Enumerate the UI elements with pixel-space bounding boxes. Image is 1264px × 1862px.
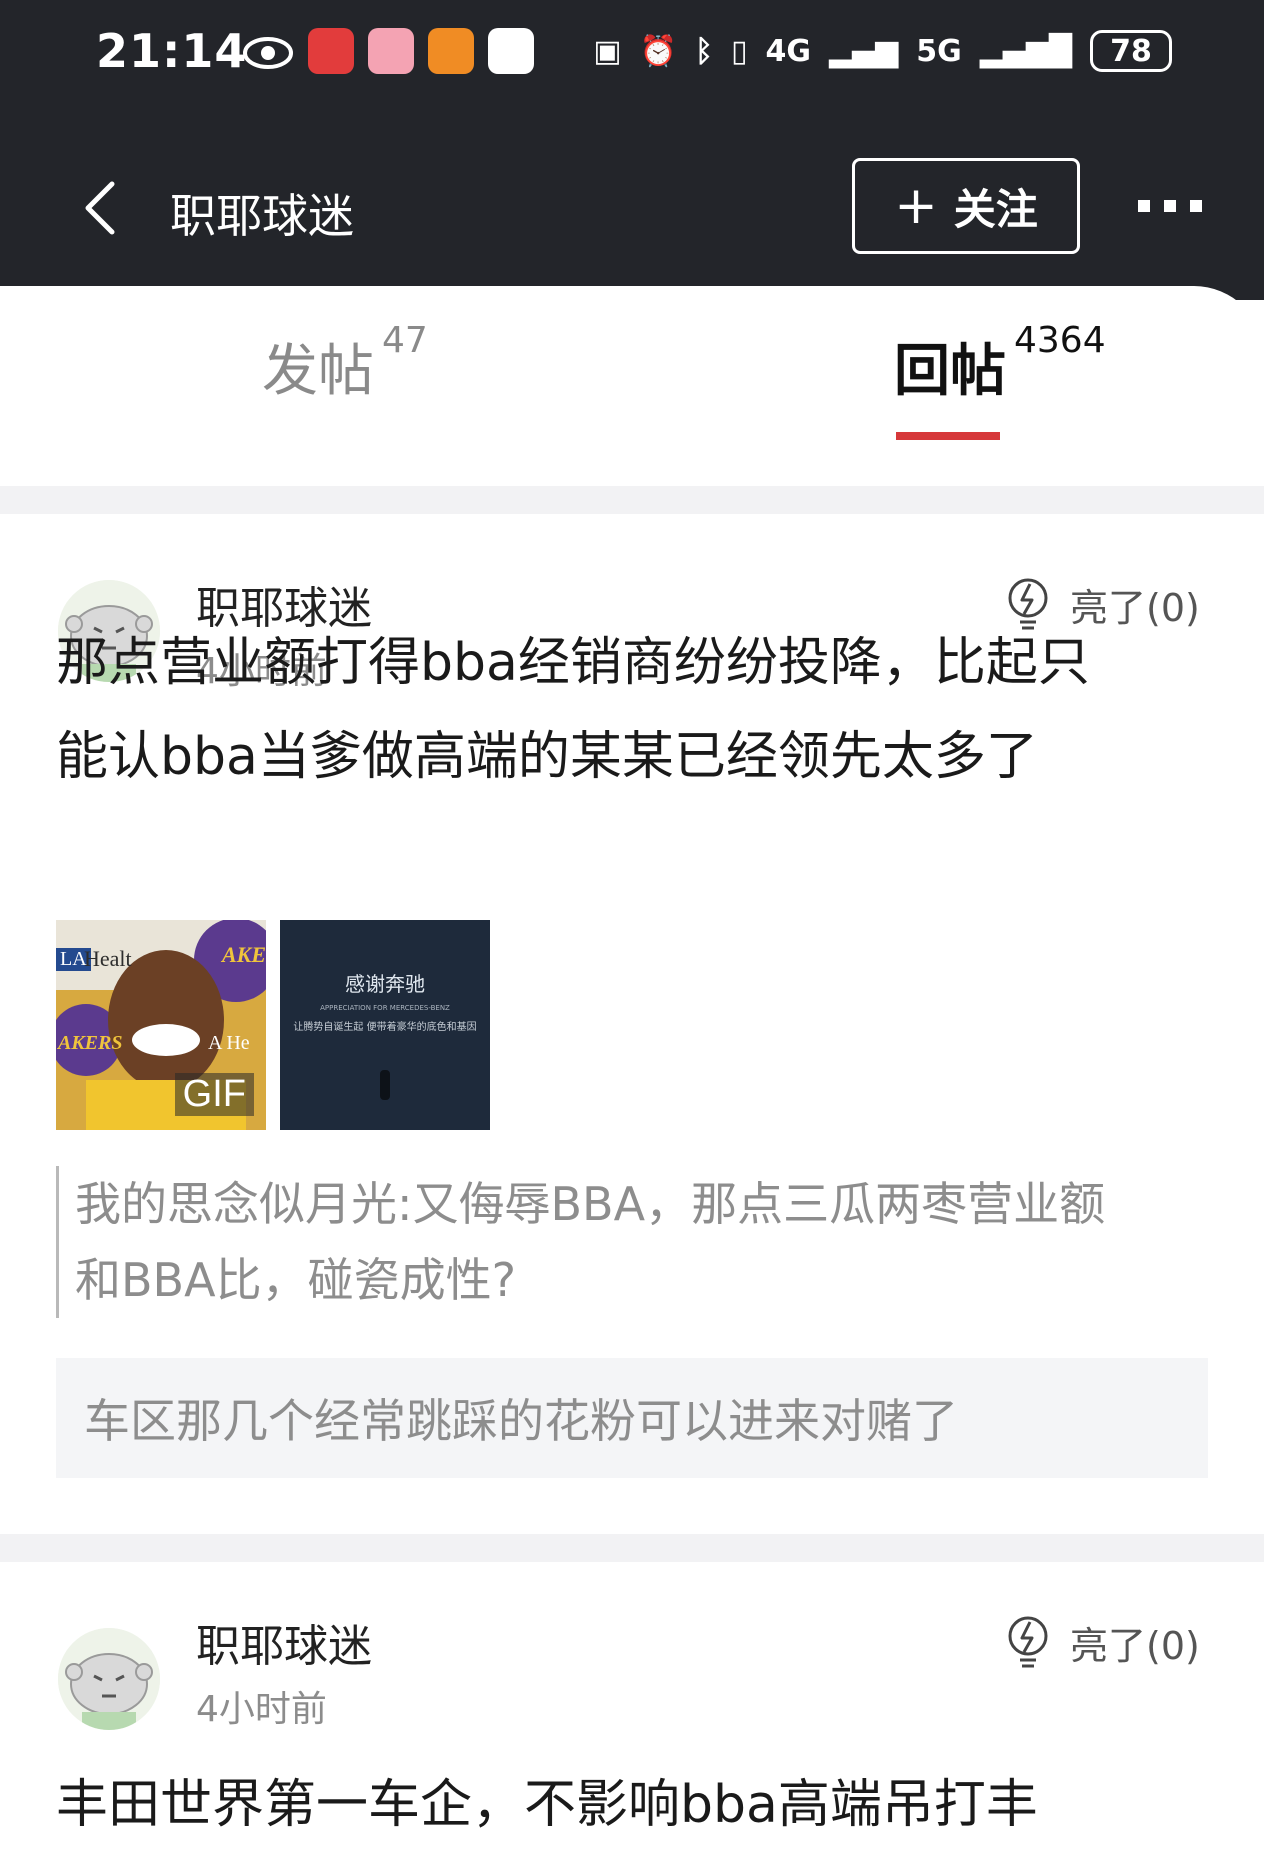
lightbulb-icon [1008,1616,1048,1668]
tab-replies[interactable]: 回帖 4364 [894,320,1106,407]
back-arrow-icon[interactable] [80,178,120,238]
author-name[interactable]: 职耶球迷 [196,1610,372,1674]
tab-posts-count: 47 [382,320,428,361]
page-title: 职耶球迷 [170,189,354,243]
app-notification-icon [488,28,534,74]
light-count-label: 亮了(0) [1070,1623,1200,1668]
signal-5g-icon: 5G [916,33,962,69]
speaker-figure [380,1070,390,1100]
app-notification-icon [368,28,414,74]
reply-card[interactable]: 职耶球迷 4小时前 亮了(0) 那点营业额打得bba经销商纷纷投降，比起只 能认… [0,514,1264,1534]
avatar-face-icon [58,1628,160,1730]
post-content-line: 丰田世界第一车企，不影响bba高端吊打丰 [56,1775,1038,1835]
signal-bars-icon: ▂▄▆ [828,33,899,69]
quoted-reply[interactable]: 我的思念似月光:又侮辱BBA，那点三瓜两枣营业额 和BBA比，碰瓷成性? [56,1166,1206,1318]
post-time: 4小时前 [196,1689,327,1730]
tab-posts[interactable]: 发帖 47 [262,320,428,407]
alarm-icon: ⏰ [639,33,677,69]
post-content-line: 能认bba当爹做高端的某某已经领先太多了 [56,727,1038,787]
post-content: 丰田世界第一车企，不影响bba高端吊打丰 [56,1758,1206,1852]
status-bar: 21:14 ▣ ⏰ ᛒ ▯ 4G ▂▄▆ 5G ▂▄▆█ 78 [0,0,1264,110]
header: 21:14 ▣ ⏰ ᛒ ▯ 4G ▂▄▆ 5G ▂▄▆█ 78 职耶球迷 + 关… [0,0,1264,300]
app-notification-icon [428,28,474,74]
navbar: 职耶球迷 + 关注 [0,150,1264,270]
status-icons: ▣ ⏰ ᛒ ▯ 4G ▂▄▆ 5G ▂▄▆█ 78 [593,30,1172,72]
more-options-icon[interactable] [1138,200,1202,212]
eye-icon [243,37,293,69]
bluetooth-icon: ᛒ [694,33,713,69]
signal-bars-icon: ▂▄▆█ [979,33,1072,69]
original-post-link[interactable]: 车区那几个经常跳踩的花粉可以进来对赌了 [56,1358,1208,1478]
image-subtitle-text: APPRECIATION FOR MERCEDES-BENZ [320,1004,450,1012]
gif-badge: GIF [174,1073,254,1116]
reply-card[interactable]: 职耶球迷 4小时前 亮了(0) 丰田世界第一车企，不影响bba高端吊打丰 [0,1562,1264,1862]
original-post-title: 车区那几个经常跳踩的花粉可以进来对赌了 [84,1394,958,1448]
image-text: Healt [84,946,132,971]
quote-line: 我的思念似月光:又侮辱BBA，那点三瓜两枣营业额 [75,1177,1106,1231]
image-title-text: 感谢奔驰 [345,972,425,996]
tab-replies-count: 4364 [1014,320,1106,361]
tab-posts-label: 发帖 [262,339,374,404]
plus-icon: + [894,176,938,236]
signal-4g-icon: 4G [765,33,811,69]
image-caption-text: 让腾势自诞生起 便带着豪华的底色和基因 [293,1022,477,1033]
follow-label: 关注 [953,184,1038,234]
battery-icon: 78 [1090,30,1172,72]
image-text: AKERS [58,1032,123,1054]
post-content: 那点营业额打得bba经销商纷纷投降，比起只 能认bba当爹做高端的某某已经领先太… [56,616,1206,804]
image-text: AKE [222,942,266,967]
image-thumbnail[interactable]: 感谢奔驰 APPRECIATION FOR MERCEDES-BENZ 让腾势自… [280,920,490,1130]
nfc-icon: ▣ [593,33,622,69]
image-thumbnail-gif[interactable]: LA Healt AKE AKERS A He GIF [56,920,266,1130]
quote-line: 和BBA比，碰瓷成性? [75,1253,516,1307]
follow-button[interactable]: + 关注 [852,158,1080,254]
avatar[interactable] [58,1628,160,1730]
post-content-line: 那点营业额打得bba经销商纷纷投降，比起只 [56,633,1090,693]
section-divider [0,486,1264,514]
light-button[interactable]: 亮了(0) [1004,1614,1200,1670]
tab-bar: 发帖 47 回帖 4364 [0,286,1264,486]
status-time: 21:14 [96,24,248,78]
app-notification-icon [308,28,354,74]
section-divider [0,1534,1264,1562]
vibrate-icon: ▯ [730,33,748,69]
image-text: A He [208,1032,250,1054]
tab-replies-label: 回帖 [894,339,1006,404]
active-tab-indicator [896,432,1000,440]
